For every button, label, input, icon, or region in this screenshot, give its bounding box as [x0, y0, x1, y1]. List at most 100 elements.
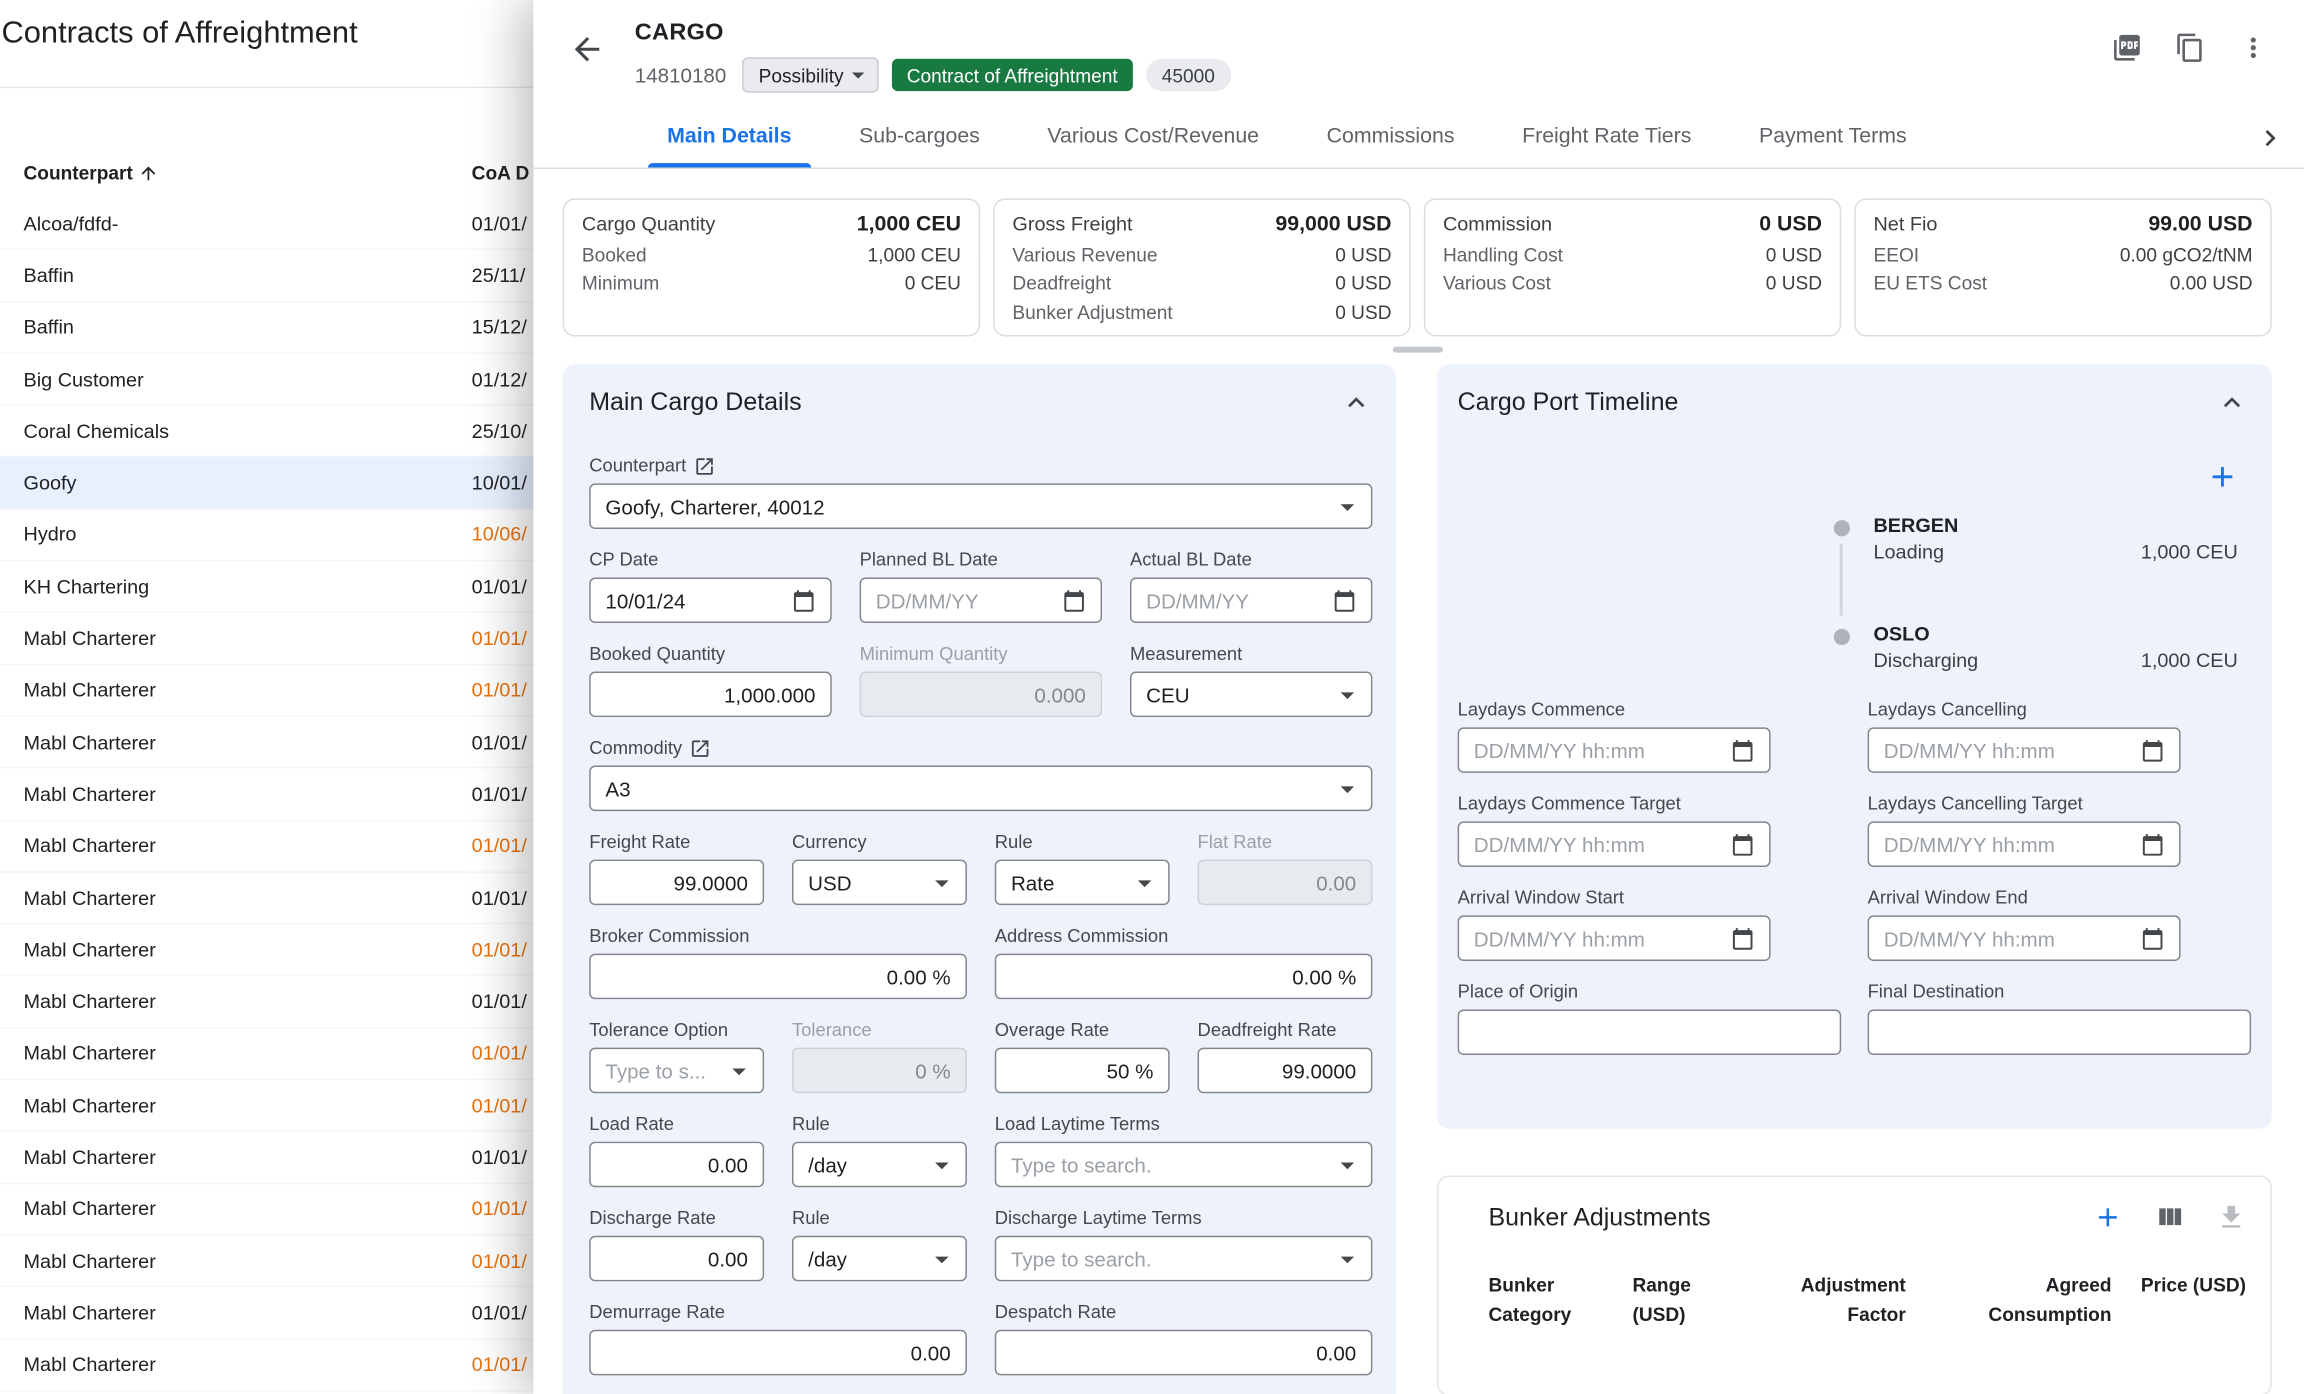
laydays-commence-input[interactable]: DD/MM/YY hh:mm	[1458, 727, 1771, 773]
bunker-column-header: Agreed Consumption	[1935, 1271, 2111, 1330]
back-arrow-icon[interactable]	[569, 31, 606, 68]
laydays-commence-target-input[interactable]: DD/MM/YY hh:mm	[1458, 821, 1771, 867]
timeline-title-row: Cargo Port Timeline	[1458, 386, 2249, 418]
load-laytime-terms-select[interactable]: Type to search.	[995, 1142, 1373, 1188]
port-name: OSLO	[1873, 623, 2237, 645]
actual-bl-date-input[interactable]: DD/MM/YY	[1130, 577, 1372, 623]
form-row: CP Date10/01/24Planned BL DateDD/MM/YYAc…	[589, 548, 1372, 623]
tab-sub-cargoes[interactable]: Sub-cargoes	[825, 107, 1013, 167]
tab-main-details[interactable]: Main Details	[633, 107, 825, 167]
discharge-laytime-terms-select[interactable]: Type to search.	[995, 1236, 1373, 1282]
tab-various-cost-revenue[interactable]: Various Cost/Revenue	[1014, 107, 1293, 167]
calendar-icon[interactable]	[1333, 588, 1357, 612]
freight-rate-input[interactable]: 99.0000	[589, 860, 764, 906]
planned-bl-date-input[interactable]: DD/MM/YY	[860, 577, 1102, 623]
timeline-title: Cargo Port Timeline	[1458, 388, 1679, 417]
add-bunker-adjustment-icon[interactable]	[2092, 1202, 2123, 1233]
calendar-icon[interactable]	[1731, 926, 1755, 950]
commodity-select[interactable]: A3	[589, 766, 1372, 812]
address-commission-input[interactable]: 0.00 %	[995, 954, 1373, 1000]
card-value: 1,000 CEU	[868, 240, 961, 269]
tabs-overflow-chevron-icon[interactable]	[2254, 121, 2286, 153]
final-destination-input[interactable]	[1868, 1009, 2252, 1055]
field-label: Freight Rate	[589, 830, 764, 854]
deadfreight-rate-input[interactable]: 99.0000	[1198, 1048, 1373, 1094]
cp-date-input[interactable]: 10/01/24	[589, 577, 831, 623]
copy-icon[interactable]	[2175, 32, 2206, 63]
collapse-chevron-up-icon[interactable]	[2216, 386, 2248, 418]
columns-icon[interactable]	[2154, 1202, 2185, 1233]
right-column: Cargo Port Timeline BERGENLoading1,000 C…	[1437, 364, 2272, 1394]
calendar-icon[interactable]	[1731, 832, 1755, 856]
external-link-icon[interactable]	[689, 737, 711, 759]
card-row: Various Revenue0 USD	[1012, 240, 1391, 269]
pdf-export-icon[interactable]	[2112, 32, 2143, 63]
panel-resize-handle[interactable]	[1392, 347, 1442, 353]
field-label-text: Measurement	[1130, 644, 1242, 665]
field-label: Tolerance Option	[589, 1018, 764, 1042]
counterpart-select[interactable]: Goofy, Charterer, 40012	[589, 483, 1372, 529]
rule-select[interactable]: /day	[792, 1236, 967, 1282]
cargo-title: CARGO	[635, 21, 1231, 47]
broker-commission-input[interactable]: 0.00 %	[589, 954, 967, 1000]
download-icon[interactable]	[2216, 1202, 2247, 1233]
tab-payment-terms[interactable]: Payment Terms	[1725, 107, 1940, 167]
calendar-icon[interactable]	[2141, 738, 2165, 762]
tab-commissions[interactable]: Commissions	[1293, 107, 1488, 167]
flat-rate-input: 0.00	[1198, 860, 1373, 906]
despatch-rate-input[interactable]: 0.00	[995, 1330, 1373, 1376]
card-row: Net Fio99.00 USD	[1873, 210, 2252, 240]
calendar-icon[interactable]	[1062, 588, 1086, 612]
status-dropdown[interactable]: Possibility	[742, 57, 878, 92]
booked-quantity-input[interactable]: 1,000.000	[589, 672, 831, 718]
calendar-icon[interactable]	[792, 588, 816, 612]
add-port-icon[interactable]	[2206, 460, 2240, 494]
coa-counterpart-cell: Mabl Charterer	[24, 783, 472, 805]
laydays-cancelling-target-input[interactable]: DD/MM/YY hh:mm	[1868, 821, 2181, 867]
currency-select[interactable]: USD	[792, 860, 967, 906]
field-label: Commodity	[589, 736, 1372, 760]
input-value: 0.00	[708, 1153, 748, 1177]
field-label: Final Destination	[1868, 980, 2252, 1004]
discharge-rate-input[interactable]: 0.00	[589, 1236, 764, 1282]
external-link-icon[interactable]	[694, 455, 716, 477]
field-label-text: Counterpart	[589, 456, 686, 477]
summary-card: Net Fio99.00 USDEEOI0.00 gCO2/tNMEU ETS …	[1854, 198, 2271, 336]
rule-select[interactable]: Rate	[995, 860, 1170, 906]
field-cp-date: CP Date10/01/24	[589, 548, 831, 623]
caret-down-icon	[723, 1054, 755, 1086]
caret-down-icon	[844, 60, 873, 89]
measurement-select[interactable]: CEU	[1130, 672, 1372, 718]
port-name: BERGEN	[1873, 514, 2237, 536]
place-of-origin-input[interactable]	[1458, 1009, 1842, 1055]
demurrage-rate-input[interactable]: 0.00	[589, 1330, 967, 1376]
field-label-text: Rule	[792, 1114, 830, 1135]
calendar-icon[interactable]	[1731, 738, 1755, 762]
load-rate-input[interactable]: 0.00	[589, 1142, 764, 1188]
card-row: Bunker Adjustment0 USD	[1012, 298, 1391, 327]
field-label: Laydays Commence Target	[1458, 792, 1771, 816]
field-laydays-commence: Laydays CommenceDD/MM/YY hh:mm	[1458, 698, 1771, 773]
laydays-cancelling-input[interactable]: DD/MM/YY hh:mm	[1868, 727, 2181, 773]
arrival-window-start-input[interactable]: DD/MM/YY hh:mm	[1458, 915, 1771, 961]
rule-select[interactable]: /day	[792, 1142, 967, 1188]
header-actions	[2112, 32, 2269, 63]
form-row: Place of OriginFinal Destination	[1458, 980, 2249, 1055]
overage-rate-input[interactable]: 50 %	[995, 1048, 1170, 1094]
collapse-chevron-up-icon[interactable]	[1340, 386, 1372, 418]
input-value: Rate	[1011, 871, 1054, 895]
arrival-window-end-input[interactable]: DD/MM/YY hh:mm	[1868, 915, 2181, 961]
more-menu-icon[interactable]	[2238, 32, 2269, 63]
card-row: EU ETS Cost0.00 USD	[1873, 269, 2252, 298]
app-root: Contracts of Affreightment Counterpart C…	[0, 0, 2304, 1394]
input-value: 0.00	[1316, 871, 1356, 895]
card-label: Booked	[582, 240, 647, 269]
calendar-icon[interactable]	[2141, 832, 2165, 856]
port-item: BERGENLoading1,000 CEU	[1832, 514, 2238, 623]
card-label: EEOI	[1873, 240, 1919, 269]
counterpart-column-header[interactable]: Counterpart	[24, 162, 472, 184]
tolerance-option-select[interactable]: Type to s...	[589, 1048, 764, 1094]
calendar-icon[interactable]	[2141, 926, 2165, 950]
coa-date-column-header[interactable]: CoA D	[472, 162, 530, 184]
tab-freight-rate-tiers[interactable]: Freight Rate Tiers	[1488, 107, 1725, 167]
